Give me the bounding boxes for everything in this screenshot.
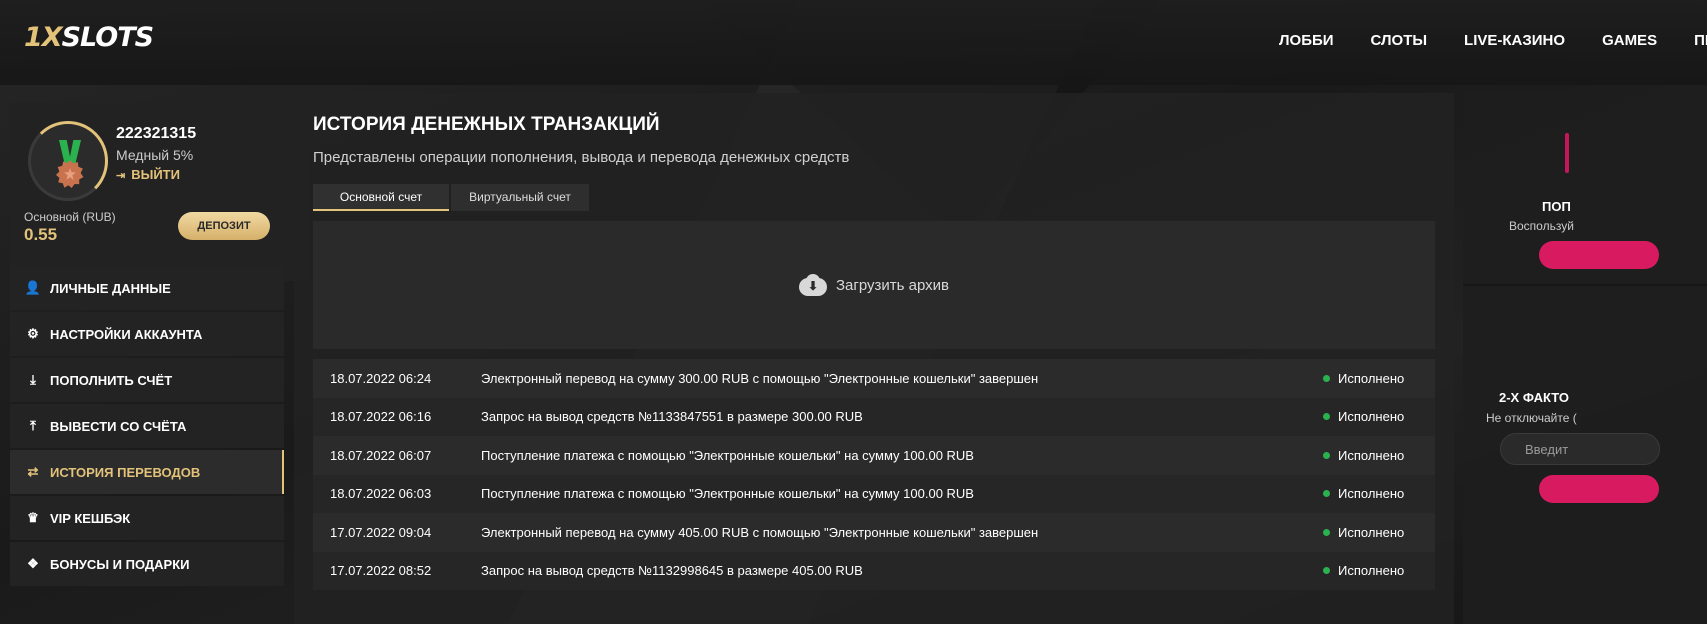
site-logo[interactable]: 1XSLOTS — [24, 22, 155, 53]
promo-button[interactable] — [1539, 241, 1659, 269]
menu-item-transfer-history[interactable]: ⇄ ИСТОРИЯ ПЕРЕВОДОВ — [10, 450, 284, 494]
logout-link[interactable]: ⇥ ВЫЙТИ — [116, 167, 180, 182]
two-factor-text: Не отключайте ( — [1486, 411, 1577, 425]
menu-item-withdraw[interactable]: ⤒ ВЫВЕСТИ СО СЧЁТА — [10, 404, 284, 448]
menu-item-bonuses[interactable]: ❖ БОНУСЫ И ПОДАРКИ — [10, 542, 284, 586]
tab-virtual-account[interactable]: Виртуальный счет — [451, 184, 589, 211]
status-dot-icon — [1323, 374, 1330, 382]
status-badge: Исполнено — [1323, 563, 1435, 578]
table-row: 18.07.2022 06:16 Запрос на вывод средств… — [313, 397, 1435, 436]
balance-value: 0.55 — [24, 225, 58, 244]
download-icon: ⤓ — [30, 372, 36, 387]
nav-live-casino[interactable]: LIVE-КАЗИНО — [1464, 32, 1565, 49]
status-dot-icon — [1323, 490, 1330, 498]
gift-icon: ❖ — [27, 556, 39, 571]
logo-prefix: 1X — [24, 22, 63, 53]
account-tabs: Основной счет Виртуальный счет — [313, 184, 591, 211]
user-level: Медный 5% — [116, 147, 194, 163]
right-panel: ПОП Воспользуй 2-Х ФАКТО Не отключайте ( — [1463, 93, 1707, 624]
tx-status: Исполнено — [1338, 486, 1405, 502]
transactions-table: 18.07.2022 06:24 Электронный перевод на … — [313, 359, 1435, 590]
two-factor-title: 2-Х ФАКТО — [1499, 390, 1569, 405]
menu-item-personal-data[interactable]: 👤 ЛИЧНЫЕ ДАННЫЕ — [10, 266, 284, 310]
gears-icon: ⚙ — [27, 326, 39, 341]
menu-item-vip-cashback[interactable]: ♛ VIP КЕШБЭК — [10, 496, 284, 540]
menu-item-label: ПОПОЛНИТЬ СЧЁТ — [50, 372, 173, 388]
logo-suffix: SLOTS — [61, 22, 155, 53]
main-nav: ЛОББИ СЛОТЫ LIVE-КАЗИНО GAMES ПР — [1279, 32, 1707, 49]
status-badge: Исполнено — [1323, 486, 1435, 501]
status-dot-icon — [1323, 528, 1330, 536]
promo-text: Воспользуй — [1509, 219, 1574, 233]
user-id: 222321315 — [116, 125, 197, 142]
exchange-icon: ⇄ — [27, 464, 39, 479]
site-header: 1XSLOTS ЛОББИ СЛОТЫ LIVE-КАЗИНО GAMES ПР — [0, 0, 1707, 85]
menu-item-label: ИСТОРИЯ ПЕРЕВОДОВ — [50, 464, 201, 480]
tx-description: Электронный перевод на сумму 300.00 RUB … — [481, 370, 1039, 386]
tx-status: Исполнено — [1338, 447, 1405, 463]
medal-ring — [28, 121, 108, 201]
tx-date: 17.07.2022 09:04 — [330, 524, 432, 540]
tx-status: Исполнено — [1338, 409, 1405, 425]
status-badge: Исполнено — [1323, 371, 1435, 386]
download-archive-label: Загрузить архив — [835, 276, 950, 294]
status-dot-icon — [1323, 567, 1330, 575]
menu-item-account-settings[interactable]: ⚙ НАСТРОЙКИ АККАУНТА — [10, 312, 284, 356]
two-factor-input[interactable] — [1500, 433, 1660, 465]
download-archive-button[interactable]: ⬇ Загрузить архив — [313, 221, 1435, 349]
tx-description: Запрос на вывод средств №1133847551 в ра… — [481, 409, 863, 425]
status-badge: Исполнено — [1323, 409, 1435, 424]
menu-item-label: НАСТРОЙКИ АККАУНТА — [50, 326, 203, 342]
promo-graphic — [1565, 133, 1569, 173]
tx-description: Запрос на вывод средств №1132998645 в ра… — [481, 563, 863, 579]
tx-date: 18.07.2022 06:03 — [330, 486, 432, 502]
page-subtitle: Представлены операции пополнения, вывода… — [313, 149, 850, 166]
user-plus-icon: 👤 — [24, 280, 42, 295]
balance-label: Основной (RUB) — [24, 210, 116, 224]
nav-slots[interactable]: СЛОТЫ — [1371, 32, 1428, 49]
table-row: 17.07.2022 08:52 Запрос на вывод средств… — [313, 551, 1435, 590]
menu-item-deposit[interactable]: ⤓ ПОПОЛНИТЬ СЧЁТ — [10, 358, 284, 402]
tx-description: Поступление платежа с помощью "Электронн… — [481, 486, 974, 502]
page-title: ИСТОРИЯ ДЕНЕЖНЫХ ТРАНЗАКЦИЙ — [313, 114, 660, 135]
divider — [1463, 284, 1707, 286]
status-badge: Исполнено — [1323, 448, 1435, 463]
nav-promo[interactable]: ПР — [1694, 32, 1707, 49]
menu-item-label: БОНУСЫ И ПОДАРКИ — [50, 556, 190, 572]
tx-description: Поступление платежа с помощью "Электронн… — [481, 447, 974, 463]
crown-icon: ♛ — [27, 510, 39, 525]
menu-item-label: ВЫВЕСТИ СО СЧЁТА — [50, 418, 187, 434]
tx-status: Исполнено — [1338, 563, 1405, 579]
tx-date: 18.07.2022 06:07 — [330, 447, 432, 463]
tx-description: Электронный перевод на сумму 405.00 RUB … — [481, 524, 1039, 540]
tx-status: Исполнено — [1338, 370, 1405, 386]
menu-item-label: VIP КЕШБЭК — [50, 510, 131, 526]
status-badge: Исполнено — [1323, 525, 1435, 540]
table-row: 18.07.2022 06:24 Электронный перевод на … — [313, 359, 1435, 398]
table-row: 18.07.2022 06:03 Поступление платежа с п… — [313, 474, 1435, 513]
table-row: 17.07.2022 09:04 Электронный перевод на … — [313, 513, 1435, 552]
logout-label: ВЫЙТИ — [131, 167, 180, 182]
account-menu: 👤 ЛИЧНЫЕ ДАННЫЕ ⚙ НАСТРОЙКИ АККАУНТА ⤓ ПОПО… — [10, 266, 284, 588]
logout-icon: ⇥ — [116, 170, 126, 182]
promo-title: ПОП — [1542, 199, 1571, 214]
nav-lobby[interactable]: ЛОББИ — [1279, 32, 1334, 49]
status-dot-icon — [1323, 451, 1330, 459]
tx-date: 18.07.2022 06:24 — [330, 370, 432, 386]
tx-date: 18.07.2022 06:16 — [330, 409, 432, 425]
two-factor-button[interactable] — [1539, 475, 1659, 503]
nav-games[interactable]: GAMES — [1602, 32, 1657, 49]
status-dot-icon — [1323, 413, 1330, 421]
tx-date: 17.07.2022 08:52 — [330, 563, 432, 579]
table-row: 18.07.2022 06:07 Поступление платежа с п… — [313, 436, 1435, 475]
tab-main-account[interactable]: Основной счет — [313, 184, 449, 211]
upload-icon: ⤒ — [30, 418, 36, 433]
cloud-download-icon: ⬇ — [798, 274, 827, 296]
menu-item-label: ЛИЧНЫЕ ДАННЫЕ — [50, 280, 171, 296]
deposit-button[interactable]: ДЕПОЗИТ — [178, 212, 270, 240]
tx-status: Исполнено — [1338, 524, 1405, 540]
